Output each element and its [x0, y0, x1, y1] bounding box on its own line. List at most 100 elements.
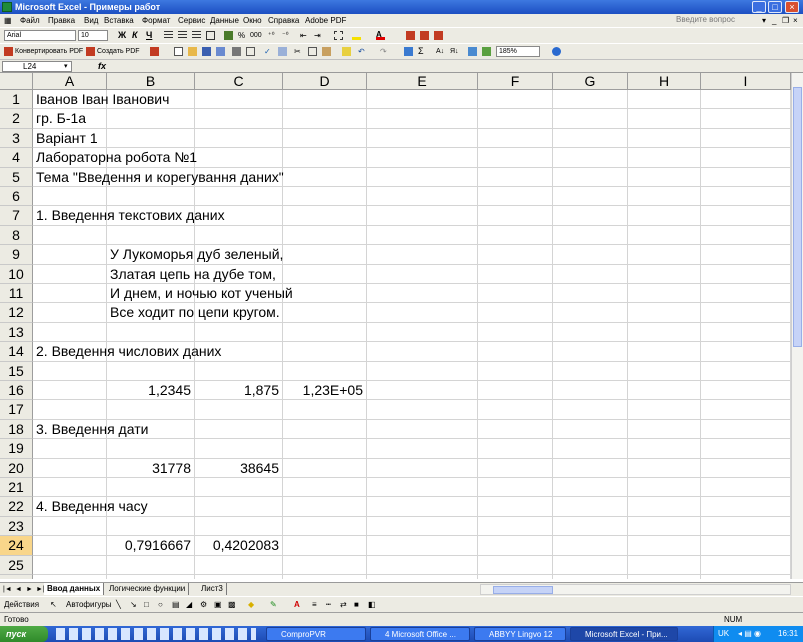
- close-button[interactable]: ×: [785, 1, 799, 13]
- column-header-e[interactable]: E: [367, 73, 478, 90]
- row-header-13[interactable]: 13: [0, 322, 33, 343]
- task-excel[interactable]: Microsoft Excel - При...: [570, 627, 678, 641]
- row-header-5[interactable]: 5: [0, 167, 33, 187]
- cell-a4[interactable]: Лабораторна робота №1: [36, 148, 197, 167]
- hyperlink-icon[interactable]: [404, 47, 413, 56]
- column-header-f[interactable]: F: [478, 73, 553, 90]
- research-icon[interactable]: [278, 47, 287, 56]
- horizontal-scrollbar[interactable]: [480, 584, 791, 595]
- start-button[interactable]: пуск: [0, 626, 48, 642]
- cell-a14[interactable]: 2. Введення числових даних: [36, 342, 221, 361]
- menu-window[interactable]: Окно: [243, 14, 262, 27]
- picture-icon[interactable]: ▩: [228, 597, 236, 612]
- row-header-23[interactable]: 23: [0, 516, 33, 537]
- menu-edit[interactable]: Правка: [48, 14, 75, 27]
- drawing-icon[interactable]: [482, 47, 491, 56]
- task-ms-office-group[interactable]: 4 Microsoft Office ...: [370, 627, 470, 641]
- spelling-icon[interactable]: ✓: [264, 47, 273, 56]
- new-document-icon[interactable]: [174, 47, 183, 56]
- draw-font-color-icon[interactable]: A: [294, 597, 300, 612]
- cell-b24[interactable]: 0,7916667: [107, 536, 191, 555]
- column-header-g[interactable]: G: [553, 73, 628, 90]
- draw-fill-color-icon[interactable]: ◆: [248, 597, 254, 612]
- name-box[interactable]: L24: [2, 61, 72, 72]
- tab-input-data[interactable]: Ввод данных: [44, 583, 105, 595]
- menu-adobe-pdf[interactable]: Adobe PDF: [305, 14, 346, 27]
- bold-button[interactable]: Ж: [118, 31, 127, 40]
- next-sheet-icon[interactable]: ►: [26, 584, 33, 595]
- pdf-review-icon[interactable]: [434, 31, 443, 40]
- row-header-26[interactable]: 26: [0, 575, 33, 579]
- cut-icon[interactable]: ✂: [294, 47, 303, 56]
- doc-minimize-icon[interactable]: _: [772, 14, 776, 27]
- underline-button[interactable]: Ч: [146, 31, 155, 40]
- column-header-c[interactable]: C: [195, 73, 283, 90]
- menu-format[interactable]: Формат: [142, 14, 170, 27]
- row-header-3[interactable]: 3: [0, 128, 33, 149]
- cell-b11[interactable]: И днем, и ночью кот ученый: [110, 284, 293, 303]
- row-header-24[interactable]: 24: [0, 536, 33, 556]
- select-all-corner[interactable]: [0, 73, 33, 90]
- clipart-icon[interactable]: ▣: [214, 597, 222, 612]
- font-size-select[interactable]: 10: [78, 30, 108, 41]
- arrow-style-icon[interactable]: ⇄: [340, 597, 347, 612]
- paste-icon[interactable]: [322, 47, 331, 56]
- thousands-button[interactable]: 000: [250, 31, 264, 40]
- row-header-22[interactable]: 22: [0, 497, 33, 517]
- cell-d16[interactable]: 1,23E+05: [283, 381, 363, 400]
- row-header-12[interactable]: 12: [0, 303, 33, 323]
- font-color-icon[interactable]: A: [376, 31, 385, 40]
- cell-a5[interactable]: Тема "Введення и корегування даних": [36, 168, 284, 187]
- sort-ascending-icon[interactable]: А↓: [436, 47, 445, 56]
- row-header-16[interactable]: 16: [0, 381, 33, 401]
- excel-app-icon[interactable]: [2, 2, 12, 12]
- increase-indent-icon[interactable]: ⇥: [314, 31, 323, 40]
- autoshapes-menu[interactable]: Автофигуры: [66, 597, 112, 612]
- vertical-scroll-thumb[interactable]: [793, 87, 802, 347]
- permission-icon[interactable]: [216, 47, 225, 56]
- cell-a18[interactable]: 3. Введення дати: [36, 420, 148, 439]
- menu-tools[interactable]: Сервис: [178, 14, 205, 27]
- row-header-11[interactable]: 11: [0, 284, 33, 304]
- column-header-b[interactable]: B: [107, 73, 195, 90]
- 3d-icon[interactable]: ◧: [368, 597, 376, 612]
- cell-b16[interactable]: 1,2345: [107, 381, 191, 400]
- shadow-icon[interactable]: ■: [354, 597, 359, 612]
- row-header-20[interactable]: 20: [0, 458, 33, 478]
- cell-a7[interactable]: 1. Введення текстових даних: [36, 206, 225, 225]
- cell-a1[interactable]: Іванов Іван Іванович: [36, 90, 169, 109]
- row-header-8[interactable]: 8: [0, 225, 33, 246]
- tab-sheet3[interactable]: Лист3: [198, 583, 227, 595]
- wordart-icon[interactable]: ◢: [186, 597, 192, 612]
- row-header-25[interactable]: 25: [0, 555, 33, 575]
- horizontal-scroll-thumb[interactable]: [493, 586, 553, 594]
- menu-insert[interactable]: Вставка: [104, 14, 134, 27]
- cell-c20[interactable]: 38645: [195, 459, 279, 478]
- help-question-input[interactable]: Введите вопрос: [676, 15, 756, 25]
- column-header-h[interactable]: H: [628, 73, 701, 90]
- tray-icons[interactable]: ◂ ▤ ◉: [738, 626, 761, 642]
- print-preview-icon[interactable]: [246, 47, 255, 56]
- oval-icon[interactable]: ○: [158, 597, 163, 612]
- decrease-indent-icon[interactable]: ⇤: [300, 31, 309, 40]
- chart-wizard-icon[interactable]: [468, 47, 477, 56]
- prev-sheet-icon[interactable]: ◄: [15, 584, 22, 595]
- spreadsheet-grid[interactable]: A B C D E F G H I 1 2 3 4 5 6 7 8 9 10 11 12 13 14 15 16 17 18 19 20…: [0, 73, 803, 579]
- row-header-10[interactable]: 10: [0, 264, 33, 284]
- cell-a2[interactable]: гр. Б-1а: [36, 109, 86, 128]
- pdf-options-icon[interactable]: [150, 47, 159, 56]
- menu-file[interactable]: Файл: [20, 14, 40, 27]
- pdf-email-icon[interactable]: [420, 31, 429, 40]
- quick-launch-icons[interactable]: [56, 628, 256, 640]
- minimize-button[interactable]: _: [752, 1, 766, 13]
- align-right-icon[interactable]: [192, 31, 201, 40]
- row-header-18[interactable]: 18: [0, 419, 33, 440]
- task-abbyy-lingvo[interactable]: ABBYY Lingvo 12: [474, 627, 566, 641]
- open-folder-icon[interactable]: [188, 47, 197, 56]
- row-header-14[interactable]: 14: [0, 342, 33, 362]
- create-pdf-button[interactable]: Создать PDF: [97, 44, 140, 59]
- doc-close-icon[interactable]: ×: [793, 14, 798, 27]
- row-header-2[interactable]: 2: [0, 109, 33, 129]
- line-style-icon[interactable]: ≡: [312, 597, 317, 612]
- help-icon[interactable]: [552, 47, 561, 56]
